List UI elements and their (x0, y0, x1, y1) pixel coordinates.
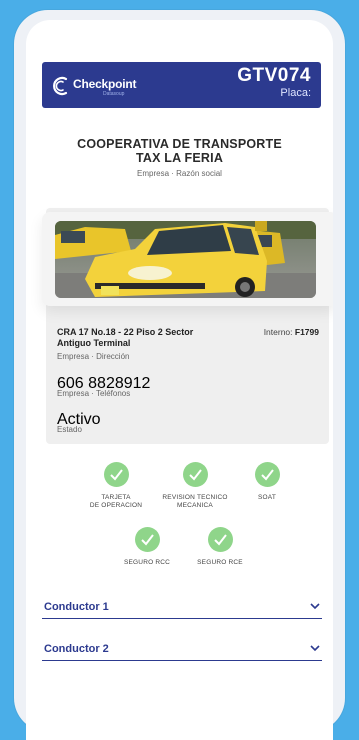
check-icon (182, 462, 208, 487)
document-label: SEGURO RCE (197, 559, 243, 566)
address-caption: Empresa · Dirección (57, 352, 130, 361)
check-icon (134, 527, 160, 552)
interno-field: Interno: F1799 (264, 327, 319, 337)
phone-caption: Empresa · Teléfonos (57, 389, 131, 398)
plate-number: GTV074 (237, 65, 311, 86)
check-icon (254, 462, 280, 487)
check-icon (207, 527, 233, 552)
accordion-label: Conductor 2 (44, 643, 109, 655)
document-soat: SOAT (222, 462, 312, 502)
document-tarjeta-operacion: TARJETA DE OPERACION (71, 462, 161, 510)
plate-label: Placa: (280, 87, 311, 99)
document-seguro-rce: SEGURO RCE (175, 527, 265, 567)
status-caption: Estado (57, 425, 82, 434)
vehicle-photo (55, 221, 316, 298)
vehicle-card: CRA 17 No.18 - 22 Piso 2 Sector Antiguo … (42, 208, 333, 444)
accordion-conductor-1[interactable]: Conductor 1 (42, 598, 322, 619)
interno-value: F1799 (294, 327, 319, 337)
document-label: TARJETA DE OPERACION (89, 494, 143, 509)
accordion-label: Conductor 1 (44, 601, 109, 613)
company-section: COOPERATIVA DE TRANSPORTE TAX LA FERIA E… (26, 137, 333, 178)
chevron-down-icon (310, 645, 320, 652)
logo-text: Checkpoint (73, 77, 137, 91)
checkpoint-logo: Checkpoint Datasoup (51, 75, 161, 99)
logo-subtext: Datasoup (103, 91, 125, 97)
chevron-down-icon (310, 603, 320, 610)
document-label: SOAT (257, 494, 276, 501)
company-address: CRA 17 No.18 - 22 Piso 2 Sector Antiguo … (57, 327, 194, 348)
logo-swirl-icon (53, 76, 68, 96)
vehicle-photo-frame (42, 212, 333, 306)
header-bar: Checkpoint Datasoup GTV074 Placa: (42, 62, 321, 108)
company-name-line2: TAX LA FERIA (135, 151, 224, 165)
interno-label: Interno: (263, 327, 293, 337)
company-name-line1: COOPERATIVA DE TRANSPORTE (77, 137, 282, 151)
check-icon (103, 462, 129, 487)
accordion-conductor-2[interactable]: Conductor 2 (42, 640, 322, 661)
company-caption: Empresa · Razón social (137, 169, 222, 178)
app-screen: Checkpoint Datasoup GTV074 Placa: COOPER… (26, 20, 333, 740)
